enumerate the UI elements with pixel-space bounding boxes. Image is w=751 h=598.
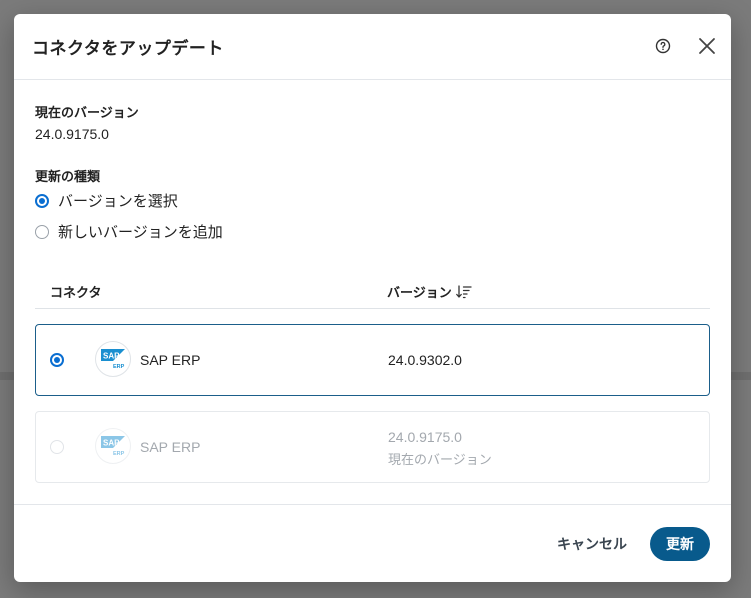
connector-row-sap-erp-new[interactable]: SAP ERP SAP ERP 24.0.9302.0 [35,324,710,396]
svg-text:ERP: ERP [113,451,125,457]
update-type-label: 更新の種類 [35,169,101,184]
sap-erp-logo: SAP ERP [95,428,131,464]
footer-divider [14,504,731,505]
current-version-label: 現在のバージョン [35,105,139,120]
connector-version: 24.0.9302.0 [388,352,462,368]
cancel-button[interactable]: キャンセル [547,527,637,561]
svg-text:SAP: SAP [103,352,120,361]
close-icon[interactable] [695,34,719,58]
column-header-version-label: バージョン [387,285,452,300]
radio-label-add-new-version: 新しいバージョンを追加 [58,224,223,241]
dialog-title: コネクタをアップデート [32,39,224,58]
radio-button-selected[interactable] [35,193,49,208]
update-button[interactable]: 更新 [650,527,710,561]
connector-row-sap-erp-current: SAP ERP SAP ERP 24.0.9175.0 現在のバージョン [35,411,710,483]
table-header-divider [35,308,710,309]
update-connector-dialog: コネクタをアップデート 現在のバージョン 24.0.9175.0 更新の種類 バ… [14,14,731,582]
connector-name: SAP ERP [140,352,201,368]
current-version-tag: 現在のバージョン [388,452,492,467]
connector-version: 24.0.9175.0 [388,429,462,445]
svg-text:ERP: ERP [113,364,125,370]
sort-descending-icon[interactable] [455,284,472,299]
row-radio-disabled [50,440,64,454]
svg-text:SAP: SAP [103,439,120,448]
column-header-connector: コネクタ [50,285,102,300]
help-icon[interactable] [651,34,675,58]
dialog-header: コネクタをアップデート [14,14,731,80]
radio-button-unselected[interactable] [35,224,49,239]
connector-name: SAP ERP [140,439,201,455]
radio-select-version[interactable]: バージョンを選択 [35,190,178,211]
radio-add-new-version[interactable]: 新しいバージョンを追加 [35,221,223,242]
row-radio-selected[interactable] [50,353,64,367]
sap-erp-logo: SAP ERP [95,341,131,377]
column-header-version[interactable]: バージョン [387,282,472,301]
radio-label-select-version: バージョンを選択 [58,193,178,210]
current-version-value: 24.0.9175.0 [35,126,109,142]
